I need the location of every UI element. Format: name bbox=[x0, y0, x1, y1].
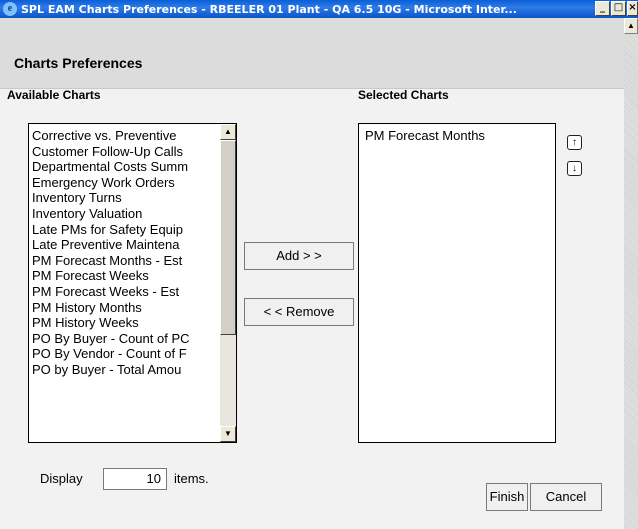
close-button[interactable]: × bbox=[627, 1, 638, 16]
list-item[interactable]: Late Preventive Maintena bbox=[29, 237, 236, 253]
remove-button[interactable]: < < Remove bbox=[244, 298, 354, 326]
selected-charts-items: PM Forecast Months bbox=[359, 124, 555, 144]
window-titlebar: e SPL EAM Charts Preferences - RBEELER 0… bbox=[0, 0, 638, 18]
list-item[interactable]: Emergency Work Orders bbox=[29, 175, 236, 191]
display-items-label: items. bbox=[174, 471, 209, 486]
display-count-input[interactable]: 10 bbox=[103, 468, 167, 490]
list-item[interactable]: PM Forecast Weeks - Est bbox=[29, 284, 236, 300]
page-scrollbar[interactable]: ▲ bbox=[624, 18, 638, 529]
list-item[interactable]: Inventory Turns bbox=[29, 190, 236, 206]
scroll-down-icon[interactable]: ▼ bbox=[220, 426, 236, 442]
list-item[interactable]: Departmental Costs Summ bbox=[29, 159, 236, 175]
list-item[interactable]: PM Forecast Weeks bbox=[29, 268, 236, 284]
list-item[interactable]: PM History Weeks bbox=[29, 315, 236, 331]
list-item[interactable]: PO By Vendor - Count of F bbox=[29, 346, 236, 362]
window-title: SPL EAM Charts Preferences - RBEELER 01 … bbox=[21, 3, 517, 16]
list-item[interactable]: PO By Buyer - Count of PC bbox=[29, 331, 236, 347]
list-item[interactable]: PM History Months bbox=[29, 300, 236, 316]
page-header: Charts Preferences bbox=[0, 18, 624, 89]
down-arrow-icon: ↓ bbox=[572, 163, 577, 174]
available-list-scrollbar[interactable]: ▲ ▼ bbox=[220, 124, 236, 442]
scroll-up-icon[interactable]: ▲ bbox=[624, 18, 638, 34]
move-up-button[interactable]: ↑ bbox=[567, 135, 582, 150]
available-charts-list[interactable]: Corrective vs. Preventive Customer Follo… bbox=[28, 123, 237, 443]
list-item[interactable]: PM Forecast Months - Est bbox=[29, 253, 236, 269]
list-item[interactable]: Late PMs for Safety Equip bbox=[29, 222, 236, 238]
list-item[interactable]: PO by Buyer - Total Amou bbox=[29, 362, 236, 378]
scrollbar-thumb[interactable] bbox=[220, 140, 236, 335]
available-charts-items: Corrective vs. Preventive Customer Follo… bbox=[29, 124, 236, 378]
up-arrow-icon: ↑ bbox=[572, 137, 577, 148]
selected-charts-list[interactable]: PM Forecast Months bbox=[358, 123, 556, 443]
selected-charts-label: Selected Charts bbox=[358, 88, 449, 102]
list-item[interactable]: Corrective vs. Preventive bbox=[29, 128, 236, 144]
internet-explorer-icon: e bbox=[3, 2, 17, 16]
maximize-button[interactable]: □ bbox=[611, 1, 626, 16]
add-button[interactable]: Add > > bbox=[244, 242, 354, 270]
list-item[interactable]: PM Forecast Months bbox=[359, 128, 555, 144]
finish-button[interactable]: Finish bbox=[486, 483, 528, 511]
list-item[interactable]: Inventory Valuation bbox=[29, 206, 236, 222]
list-item[interactable]: Customer Follow-Up Calls bbox=[29, 144, 236, 160]
minimize-button[interactable]: _ bbox=[595, 1, 610, 16]
display-label: Display bbox=[40, 471, 83, 486]
scroll-up-icon[interactable]: ▲ bbox=[220, 124, 236, 140]
move-down-button[interactable]: ↓ bbox=[567, 161, 582, 176]
available-charts-label: Available Charts bbox=[7, 88, 101, 102]
page-title: Charts Preferences bbox=[14, 55, 143, 71]
cancel-button[interactable]: Cancel bbox=[530, 483, 602, 511]
